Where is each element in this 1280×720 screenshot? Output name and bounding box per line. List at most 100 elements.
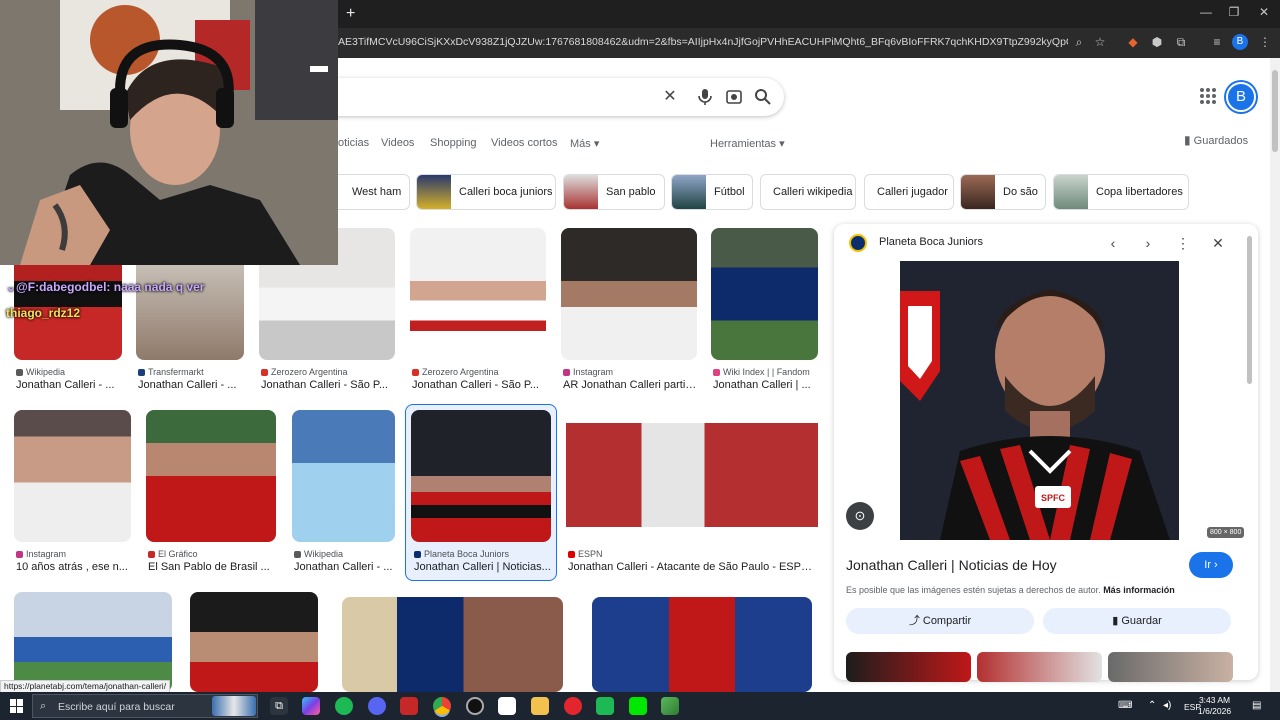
chip-thumbnail [417,175,451,209]
image-result[interactable] [592,597,812,692]
result-title: Jonathan Calleri - Atacante de São Paulo… [568,561,818,573]
image-result[interactable]: Wikipedia Jonathan Calleri - ... [292,410,395,575]
related-image[interactable] [1108,652,1233,682]
task-view-icon[interactable]: ⧉ [270,697,288,715]
result-source: Instagram [573,367,614,377]
opera-icon[interactable] [564,697,582,715]
extension-icon[interactable]: ◆ [1124,34,1142,50]
kick-icon[interactable] [629,697,647,715]
chrome-icon[interactable] [433,697,451,715]
search-icon[interactable] [753,87,773,107]
source-favicon-icon [16,551,23,558]
chip[interactable]: West ham [338,174,410,210]
clock[interactable]: 3:43 AM 1/6/2026 [1198,695,1231,717]
scrollbar-thumb[interactable] [1272,70,1278,152]
webcam-overlay [0,0,338,265]
preview-image[interactable]: SPFC [900,261,1179,540]
image-result[interactable]: Instagram AR Jonathan Calleri partic... [561,228,697,393]
image-result[interactable] [14,592,172,692]
chip[interactable]: Copa libertadores [1053,174,1189,210]
minecraft-icon[interactable] [661,697,679,715]
panel-source[interactable]: Planeta Boca Juniors [879,236,983,248]
copilot-icon[interactable] [302,697,320,715]
result-image [292,410,395,542]
capcut-icon[interactable] [498,697,516,715]
app-icon[interactable] [400,697,418,715]
next-arrow-icon[interactable]: › [1139,234,1157,252]
previous-arrow-icon[interactable]: ‹ [1104,234,1122,252]
tray-chevron-icon[interactable]: ⌃ [1148,700,1156,711]
tools-button[interactable]: Herramientas ▾ [710,137,785,150]
page-scrollbar[interactable] [1270,58,1280,692]
new-tab-button[interactable]: + [346,5,355,23]
lens-search-icon[interactable]: ⊙ [846,502,874,530]
image-result[interactable]: Zerozero Argentina Jonathan Calleri - Sã… [410,228,546,393]
more-info-link[interactable]: Más información [1103,585,1175,595]
result-title: El San Pablo de Brasil ... [148,561,270,573]
windows-start-icon[interactable] [10,699,24,713]
file-explorer-icon[interactable] [531,697,549,715]
panel-scrollbar-thumb[interactable] [1247,236,1252,384]
discord-icon[interactable] [368,697,386,715]
tab-more[interactable]: Más ▾ [570,137,599,150]
chip[interactable]: Do são [960,174,1046,210]
result-source: ESPN [578,549,603,559]
bookmark-star-icon[interactable]: ☆ [1091,34,1109,50]
google-apps-icon[interactable] [1200,88,1216,104]
bookmark-icon: ▮ [1184,133,1191,147]
image-result[interactable]: El Gráfico El San Pablo de Brasil ... [146,410,276,575]
tab-videos[interactable]: Videos [381,137,414,149]
image-result-selected[interactable]: Planeta Boca Juniors Jonathan Calleri | … [405,404,557,581]
svg-text:SPFC: SPFC [1041,493,1066,503]
source-logo [849,234,867,252]
image-result[interactable]: Wiki Index | | Fandom Jonathan Calleri |… [711,228,818,393]
extensions-puzzle-icon[interactable]: ⧉ [1172,34,1190,50]
image-result[interactable] [190,592,318,692]
more-options-icon[interactable]: ⋮ [1174,234,1192,252]
image-result[interactable]: ESPN Jonathan Calleri - Atacante de São … [566,410,818,575]
panel-title[interactable]: Jonathan Calleri | Noticias de Hoy [846,557,1057,573]
clear-search-button[interactable]: ✕ [660,87,680,107]
related-image[interactable] [846,652,971,682]
chip[interactable]: Calleri jugador [864,174,954,210]
save-button[interactable]: ▮ Guardar [1043,608,1231,634]
menu-kebab-icon[interactable]: ⋮ [1256,34,1274,50]
saved-button[interactable]: ▮ Guardados [1184,133,1248,147]
result-image [14,592,172,692]
extension-icon[interactable]: ⬢ [1148,34,1166,50]
keyboard-icon[interactable]: ⌨ [1118,700,1132,711]
microphone-icon[interactable] [695,87,715,107]
close-panel-icon[interactable]: ✕ [1209,234,1227,252]
profile-avatar[interactable]: B [1232,34,1248,50]
restore-button[interactable]: ❐ [1224,5,1244,19]
chip[interactable]: San pablo [563,174,665,210]
image-result[interactable] [342,597,563,692]
result-title: Jonathan Calleri - ... [138,379,237,391]
media-icon[interactable]: ≡ [1208,34,1226,50]
chip[interactable]: Fútbol [671,174,753,210]
source-favicon-icon [414,551,421,558]
notifications-icon[interactable]: ▤ [1252,700,1261,711]
result-image [566,423,818,527]
obs-icon[interactable] [466,697,484,715]
chip[interactable]: Calleri boca juniors [416,174,556,210]
lens-camera-icon[interactable] [724,87,744,107]
spotify-icon[interactable] [335,697,353,715]
visit-button[interactable]: Ir › [1189,552,1233,578]
chip[interactable]: Calleri wikipedia [760,174,856,210]
close-window-button[interactable]: ✕ [1254,5,1274,19]
tab-shopping[interactable]: Shopping [430,137,477,149]
zoom-icon[interactable]: ⌕ [1070,34,1088,50]
related-image[interactable] [977,652,1102,682]
minimize-button[interactable]: — [1196,5,1216,19]
account-avatar[interactable]: B [1226,82,1256,112]
volume-icon[interactable]: ◂) [1163,700,1171,711]
share-button[interactable]: ⤴ Compartir [846,608,1034,634]
tab-short-videos[interactable]: Videos cortos [491,137,557,149]
result-title: Jonathan Calleri | ... [713,379,811,391]
source-favicon-icon [16,369,23,376]
url-field[interactable]: AE3TifMCVcU96CiSjKXxDcV938Z1jQJZUw:17676… [338,36,1068,50]
image-result[interactable]: Instagram 10 años atrás , ese n... [14,410,131,575]
tab-news[interactable]: oticias [338,137,369,149]
app-icon[interactable] [596,697,614,715]
